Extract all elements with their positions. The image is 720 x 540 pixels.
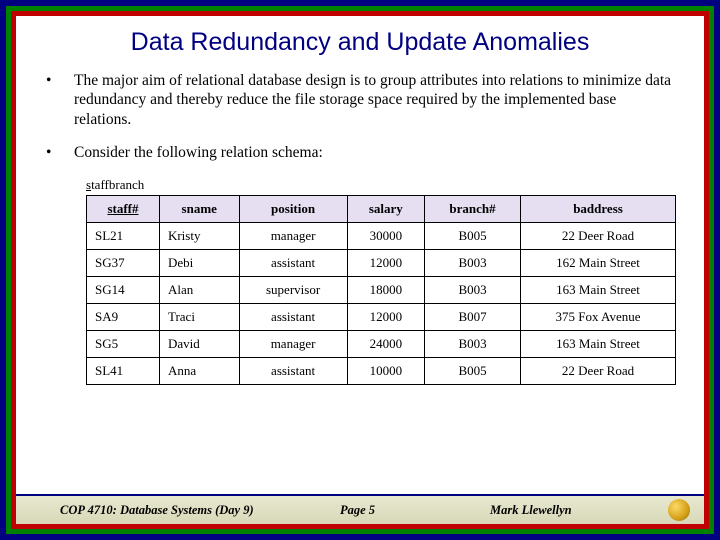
table-row: SG5 David manager 24000 B003 163 Main St… [87,330,676,357]
outer-frame-green: Data Redundancy and Update Anomalies • T… [6,6,714,534]
cell: SA9 [87,303,160,330]
cell: 375 Fox Avenue [521,303,676,330]
bullet-text: Consider the following relation schema: [74,143,674,162]
table-body: SL21 Kristy manager 30000 B005 22 Deer R… [87,222,676,384]
outer-frame-red: Data Redundancy and Update Anomalies • T… [11,11,709,529]
cell: 24000 [347,330,424,357]
cell: B005 [425,357,521,384]
cell: 163 Main Street [521,330,676,357]
cell: SG37 [87,249,160,276]
cell: SG5 [87,330,160,357]
cell: 12000 [347,303,424,330]
bullet-text: The major aim of relational database des… [74,71,674,129]
cell: 22 Deer Road [521,222,676,249]
col-header: baddress [521,195,676,222]
cell: B007 [425,303,521,330]
slide-title: Data Redundancy and Update Anomalies [16,16,704,63]
cell: SG14 [87,276,160,303]
cell: B003 [425,249,521,276]
cell: assistant [239,357,347,384]
cell: Traci [159,303,239,330]
cell: B005 [425,222,521,249]
cell: B003 [425,330,521,357]
cell: B003 [425,276,521,303]
cell: Debi [159,249,239,276]
cell: Alan [159,276,239,303]
cell: supervisor [239,276,347,303]
col-header: sname [159,195,239,222]
col-header: position [239,195,347,222]
slide: Data Redundancy and Update Anomalies • T… [16,16,704,524]
cell: 162 Main Street [521,249,676,276]
cell: 10000 [347,357,424,384]
table-row: SG14 Alan supervisor 18000 B003 163 Main… [87,276,676,303]
cell: Kristy [159,222,239,249]
col-header: staff# [87,195,160,222]
bullet-dot-icon: • [46,71,74,129]
cell: 22 Deer Road [521,357,676,384]
bullet-dot-icon: • [46,143,74,162]
table-header-row: staff# sname position salary branch# bad… [87,195,676,222]
relation-name-rest: taffbranch [91,177,144,192]
staffbranch-table: staff# sname position salary branch# bad… [86,195,676,385]
cell: 163 Main Street [521,276,676,303]
cell: manager [239,330,347,357]
footer-author: Mark Llewellyn [460,503,668,518]
slide-content: • The major aim of relational database d… [16,63,704,494]
cell: SL21 [87,222,160,249]
cell: assistant [239,303,347,330]
cell: 18000 [347,276,424,303]
cell: Anna [159,357,239,384]
bullet-item: • The major aim of relational database d… [46,71,674,129]
cell: 30000 [347,222,424,249]
col-header: branch# [425,195,521,222]
cell: 12000 [347,249,424,276]
cell: SL41 [87,357,160,384]
footer-course: COP 4710: Database Systems (Day 9) [60,503,340,518]
cell: manager [239,222,347,249]
table-row: SL21 Kristy manager 30000 B005 22 Deer R… [87,222,676,249]
relation-name: staffbranch [86,177,674,193]
cell: David [159,330,239,357]
col-header: salary [347,195,424,222]
ucf-logo-icon [668,499,690,521]
bullet-item: • Consider the following relation schema… [46,143,674,162]
footer-page: Page 5 [340,503,460,518]
cell: assistant [239,249,347,276]
table-row: SG37 Debi assistant 12000 B003 162 Main … [87,249,676,276]
slide-footer: COP 4710: Database Systems (Day 9) Page … [16,494,704,524]
table-row: SA9 Traci assistant 12000 B007 375 Fox A… [87,303,676,330]
table-row: SL41 Anna assistant 10000 B005 22 Deer R… [87,357,676,384]
